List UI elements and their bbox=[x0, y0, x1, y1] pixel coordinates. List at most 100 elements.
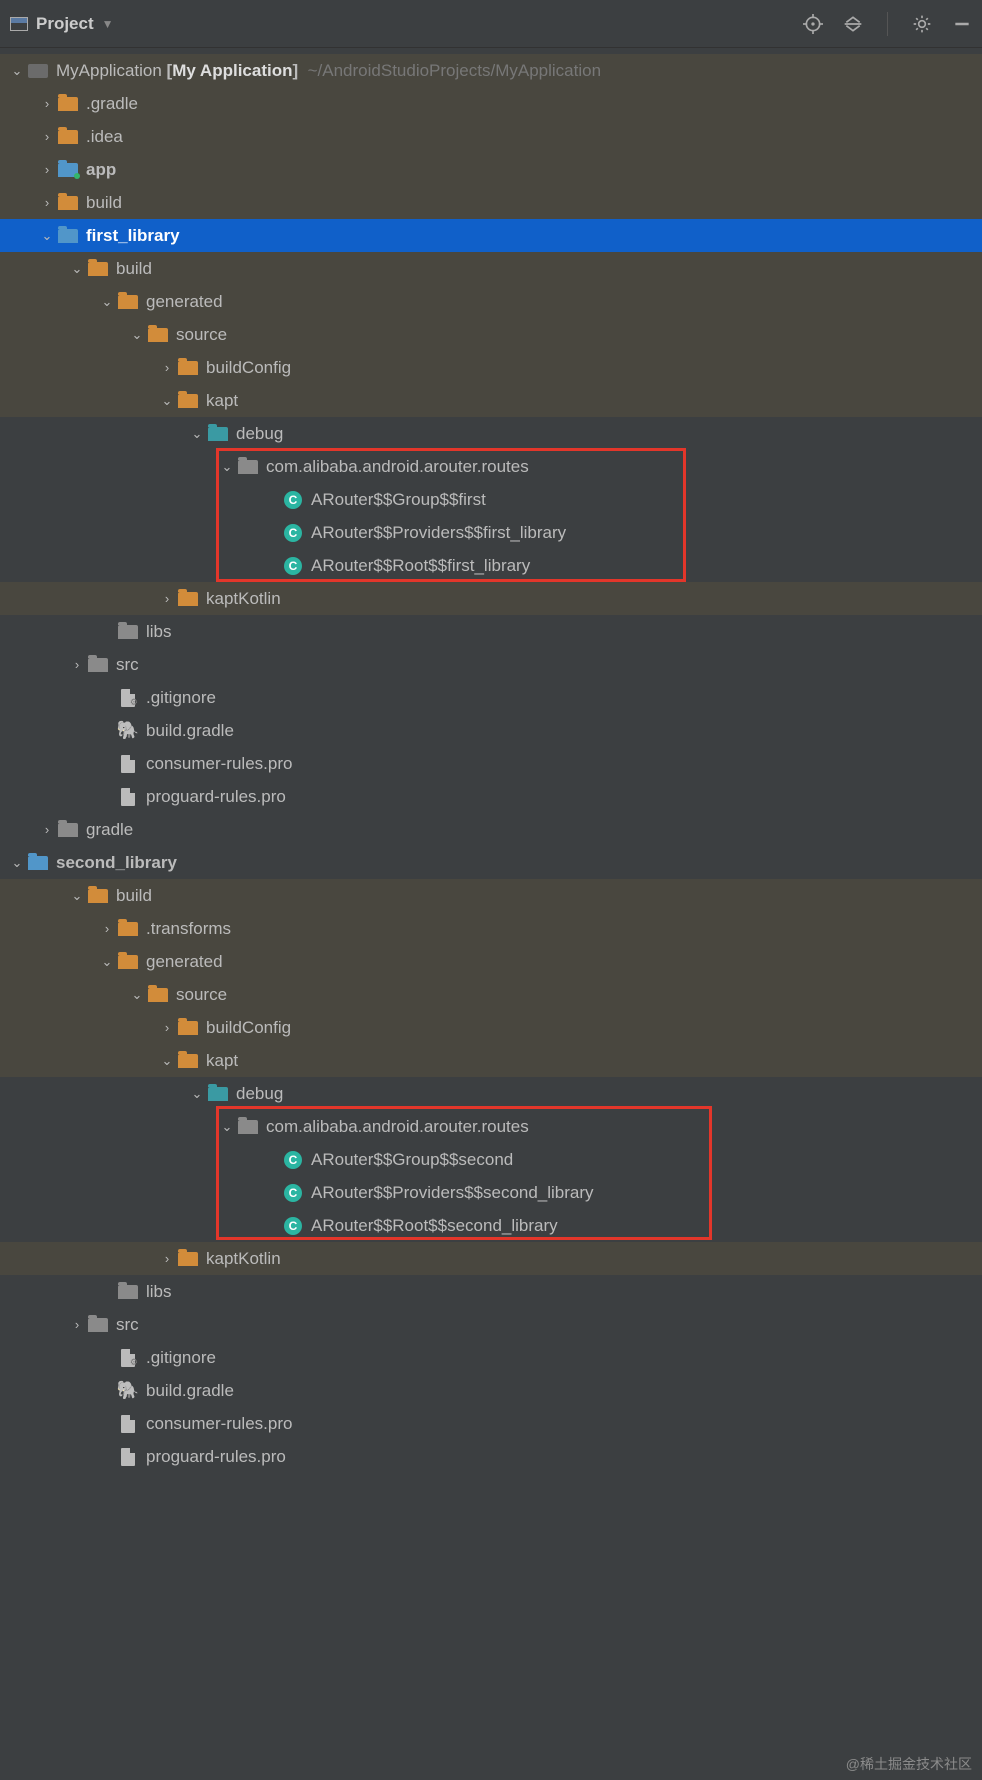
expand-arrow[interactable]: › bbox=[100, 921, 114, 936]
tree-item[interactable]: ⌄ build bbox=[0, 252, 982, 285]
tree-item[interactable]: ⌄ generated bbox=[0, 945, 982, 978]
tree-item-file[interactable]: › 🐘 build.gradle bbox=[0, 1374, 982, 1407]
folder-label: first_library bbox=[86, 226, 180, 246]
expand-arrow[interactable]: › bbox=[40, 129, 54, 144]
root-name: MyApplication bbox=[56, 61, 162, 81]
tree-item-app[interactable]: › app bbox=[0, 153, 982, 186]
expand-arrow[interactable]: › bbox=[40, 822, 54, 837]
gear-icon[interactable] bbox=[912, 14, 932, 34]
expand-arrow[interactable]: ⌄ bbox=[10, 855, 24, 871]
tree-item-class[interactable]: › C ARouter$$Group$$second bbox=[0, 1143, 982, 1176]
tree-item-file[interactable]: › proguard-rules.pro bbox=[0, 1440, 982, 1473]
tree-item-gradle[interactable]: › .gradle bbox=[0, 87, 982, 120]
expand-arrow[interactable]: › bbox=[40, 195, 54, 210]
folder-label: .transforms bbox=[146, 919, 231, 939]
toolbar-left[interactable]: Project ▼ bbox=[10, 14, 114, 34]
root-display: My Application bbox=[172, 61, 292, 81]
expand-arrow[interactable]: ⌄ bbox=[190, 1086, 204, 1102]
tree-item[interactable]: › kaptKotlin bbox=[0, 582, 982, 615]
expand-arrow[interactable]: › bbox=[160, 1020, 174, 1035]
expand-arrow[interactable]: ⌄ bbox=[160, 393, 174, 409]
expand-arrow[interactable]: ⌄ bbox=[130, 327, 144, 343]
tree-item[interactable]: ⌄ debug bbox=[0, 1077, 982, 1110]
expand-arrow[interactable]: ⌄ bbox=[40, 228, 54, 244]
class-label: ARouter$$Group$$second bbox=[311, 1150, 513, 1170]
tree-item-class[interactable]: › C ARouter$$Root$$first_library bbox=[0, 549, 982, 582]
expand-arrow[interactable]: ⌄ bbox=[10, 63, 24, 79]
tree-item[interactable]: ⌄ debug bbox=[0, 417, 982, 450]
expand-arrow[interactable]: › bbox=[160, 591, 174, 606]
tree-item-class[interactable]: › C ARouter$$Root$$second_library bbox=[0, 1209, 982, 1242]
expand-arrow[interactable]: ⌄ bbox=[220, 459, 234, 475]
tree-item-file[interactable]: › consumer-rules.pro bbox=[0, 747, 982, 780]
folder-label: libs bbox=[146, 622, 172, 642]
tree-item-file[interactable]: › consumer-rules.pro bbox=[0, 1407, 982, 1440]
expand-arrow[interactable]: › bbox=[70, 657, 84, 672]
tree-item[interactable]: ⌄ kapt bbox=[0, 384, 982, 417]
tree-item[interactable]: › src bbox=[0, 648, 982, 681]
folder-label: kaptKotlin bbox=[206, 1249, 281, 1269]
expand-arrow[interactable]: ⌄ bbox=[130, 987, 144, 1003]
tree-item-first-library[interactable]: ⌄ first_library bbox=[0, 219, 982, 252]
tree-item[interactable]: ⌄ generated bbox=[0, 285, 982, 318]
expand-arrow[interactable]: ⌄ bbox=[70, 261, 84, 277]
tree-item[interactable]: › src bbox=[0, 1308, 982, 1341]
expand-arrow[interactable]: › bbox=[40, 96, 54, 111]
tree-item-second-library[interactable]: ⌄ second_library bbox=[0, 846, 982, 879]
folder-label: .gradle bbox=[86, 94, 138, 114]
tree-root[interactable]: ⌄ MyApplication [My Application] ~/Andro… bbox=[0, 54, 982, 87]
expand-arrow[interactable]: ⌄ bbox=[70, 888, 84, 904]
file-label: .gitignore bbox=[146, 1348, 216, 1368]
file-label: .gitignore bbox=[146, 688, 216, 708]
tree-item-file[interactable]: › 🐘 build.gradle bbox=[0, 714, 982, 747]
root-path bbox=[298, 61, 307, 81]
class-icon: C bbox=[283, 492, 303, 508]
folder-icon bbox=[88, 657, 108, 673]
minimize-icon[interactable] bbox=[952, 14, 972, 34]
folder-label: second_library bbox=[56, 853, 177, 873]
expand-arrow[interactable]: ⌄ bbox=[160, 1053, 174, 1069]
tree-item-package[interactable]: ⌄ com.alibaba.android.arouter.routes bbox=[0, 1110, 982, 1143]
expand-arrow[interactable]: ⌄ bbox=[220, 1119, 234, 1135]
chevron-down-icon[interactable]: ▼ bbox=[102, 17, 114, 31]
expand-arrow[interactable]: › bbox=[160, 360, 174, 375]
folder-label: debug bbox=[236, 1084, 283, 1104]
expand-arrow[interactable]: ⌄ bbox=[100, 954, 114, 970]
tree-item[interactable]: › gradle bbox=[0, 813, 982, 846]
tree-item-class[interactable]: › C ARouter$$Providers$$first_library bbox=[0, 516, 982, 549]
tree-item[interactable]: › libs bbox=[0, 615, 982, 648]
expand-arrow[interactable]: ⌄ bbox=[190, 426, 204, 442]
expand-arrow[interactable]: › bbox=[40, 162, 54, 177]
tree-item[interactable]: ⌄ build bbox=[0, 879, 982, 912]
folder-icon bbox=[88, 261, 108, 277]
expand-arrow[interactable]: › bbox=[160, 1251, 174, 1266]
tree-item-build[interactable]: › build bbox=[0, 186, 982, 219]
module-icon bbox=[58, 228, 78, 244]
file-icon bbox=[118, 1449, 138, 1465]
tree-item-file[interactable]: › .gitignore bbox=[0, 1341, 982, 1374]
expand-arrow[interactable]: › bbox=[70, 1317, 84, 1332]
tree-item-class[interactable]: › C ARouter$$Providers$$second_library bbox=[0, 1176, 982, 1209]
project-icon bbox=[28, 63, 48, 79]
target-icon[interactable] bbox=[803, 14, 823, 34]
tree-item[interactable]: ⌄ kapt bbox=[0, 1044, 982, 1077]
tree-item-idea[interactable]: › .idea bbox=[0, 120, 982, 153]
folder-label: generated bbox=[146, 292, 223, 312]
tree-item[interactable]: › libs bbox=[0, 1275, 982, 1308]
package-icon bbox=[238, 459, 258, 475]
tree-item[interactable]: › kaptKotlin bbox=[0, 1242, 982, 1275]
tree-item[interactable]: › buildConfig bbox=[0, 1011, 982, 1044]
tree-item[interactable]: ⌄ source bbox=[0, 318, 982, 351]
expand-arrow[interactable]: ⌄ bbox=[100, 294, 114, 310]
folder-icon bbox=[118, 1284, 138, 1300]
collapse-icon[interactable] bbox=[843, 14, 863, 34]
tree-item-package[interactable]: ⌄ com.alibaba.android.arouter.routes bbox=[0, 450, 982, 483]
tree-item-file[interactable]: › proguard-rules.pro bbox=[0, 780, 982, 813]
tree-item[interactable]: › buildConfig bbox=[0, 351, 982, 384]
folder-label: buildConfig bbox=[206, 1018, 291, 1038]
tree-item[interactable]: ⌄ source bbox=[0, 978, 982, 1011]
tree-item-file[interactable]: › .gitignore bbox=[0, 681, 982, 714]
tree-item[interactable]: › .transforms bbox=[0, 912, 982, 945]
folder-icon bbox=[88, 888, 108, 904]
tree-item-class[interactable]: › C ARouter$$Group$$first bbox=[0, 483, 982, 516]
